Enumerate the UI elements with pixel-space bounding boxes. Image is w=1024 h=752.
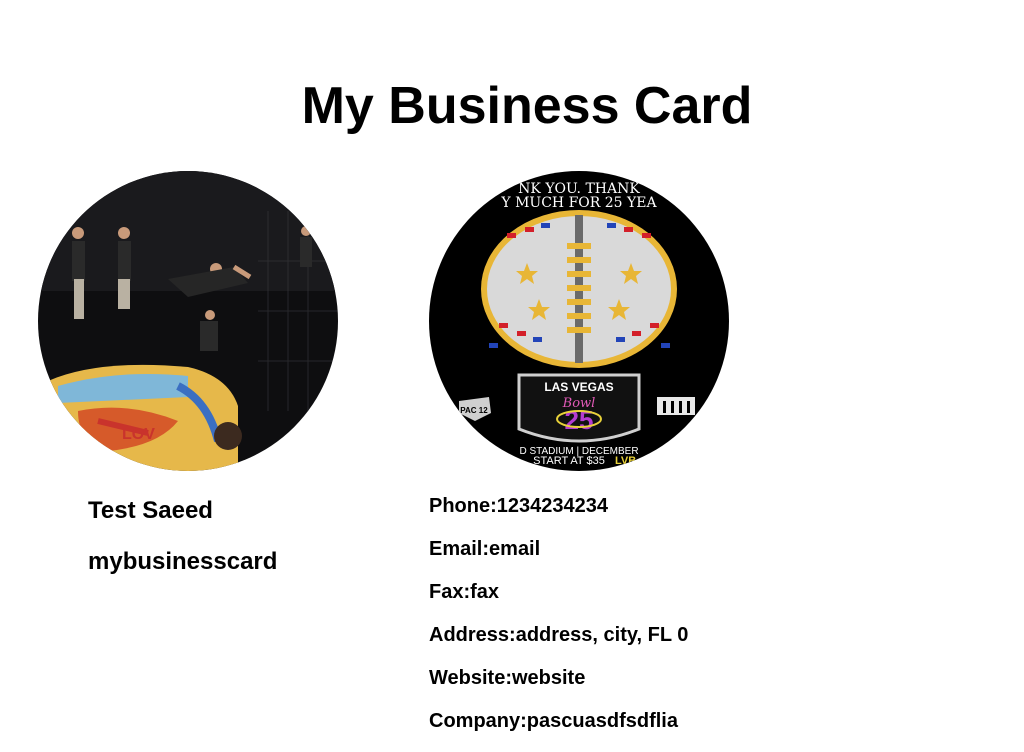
phone-label: Phone: bbox=[429, 495, 497, 517]
poster-line2: Y MUCH FOR 25 YEA bbox=[500, 195, 657, 211]
company-value: pascuasdfsdflia bbox=[526, 710, 678, 732]
email-row: Email:email bbox=[429, 537, 540, 561]
website-label: Website: bbox=[429, 667, 512, 689]
profile-photo: LOV bbox=[38, 171, 338, 471]
company-row: Company:pascuasdfsdflia bbox=[429, 709, 678, 733]
fax-label: Fax: bbox=[429, 581, 471, 603]
poster-badge-title: LAS VEGAS bbox=[544, 380, 613, 394]
poster-badge-number: 25 bbox=[565, 405, 594, 435]
company-label: Company: bbox=[429, 710, 527, 732]
address-value: address, city, FL 0 bbox=[515, 624, 689, 646]
address-row: Address:address, city, FL 0 bbox=[429, 623, 688, 647]
email-value: email bbox=[489, 538, 541, 560]
page-title: My Business Card bbox=[301, 77, 753, 135]
svg-text:LOV: LOV bbox=[122, 426, 155, 443]
fax-value: fax bbox=[470, 581, 500, 603]
website-value: website bbox=[511, 667, 586, 689]
business-card-page: My Business Card LOV NK YOU. THANK Y MUC… bbox=[0, 0, 1024, 752]
phone-row: Phone:1234234234 bbox=[429, 494, 608, 518]
poster-left-logo: PAC 12 bbox=[460, 406, 488, 415]
website-row: Website:website bbox=[429, 666, 585, 690]
card-name: Test Saeed bbox=[88, 497, 213, 524]
poster-footer2: START AT $35 bbox=[533, 455, 605, 467]
fax-row: Fax:fax bbox=[429, 580, 499, 604]
card-tagline: mybusinesscard bbox=[88, 548, 278, 575]
las-vegas-bowl-poster-image: NK YOU. THANK Y MUCH FOR 25 YEA LAS VEGA… bbox=[429, 171, 729, 471]
phone-value: 1234234234 bbox=[496, 495, 609, 517]
email-label: Email: bbox=[429, 538, 490, 560]
address-label: Address: bbox=[429, 624, 516, 646]
poster-footer2-accent: LVB bbox=[615, 455, 636, 467]
poster-image: NK YOU. THANK Y MUCH FOR 25 YEA LAS VEGA… bbox=[429, 171, 729, 471]
acrobats-photo-image: LOV bbox=[38, 171, 338, 471]
